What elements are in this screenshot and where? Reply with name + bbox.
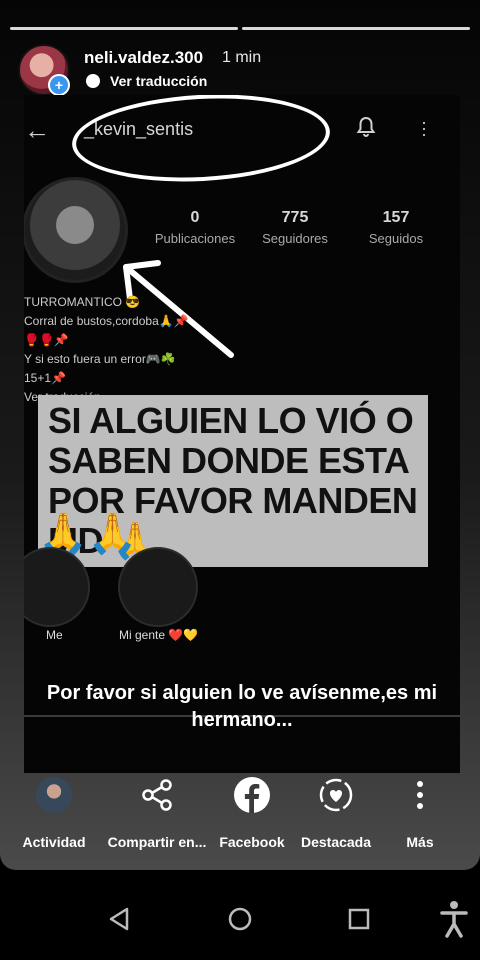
story-action-bar: Actividad Compartir en... Facebook Desta… bbox=[0, 770, 480, 860]
share-label: Compartir en... bbox=[107, 834, 207, 850]
progress-segment-2 bbox=[242, 27, 470, 30]
android-nav-bar bbox=[0, 880, 480, 960]
more-vertical-icon bbox=[417, 781, 423, 809]
story-caption: Por favor si alguien lo ve avísenme,es m… bbox=[46, 682, 438, 731]
bio-line: Corral de bustos,cordoba🙏📌 bbox=[24, 314, 189, 328]
facebook-icon bbox=[234, 777, 270, 813]
stat-following: 157 Seguidos bbox=[341, 209, 451, 246]
stat-following-label: Seguidos bbox=[368, 231, 424, 246]
home-nav-icon[interactable] bbox=[228, 906, 252, 932]
bio-line: 🥊🥊📌 bbox=[24, 333, 69, 347]
bio-line: Y si esto fuera un error🎮☘️ bbox=[24, 352, 176, 366]
activity-label: Actividad bbox=[22, 834, 86, 850]
share-icon bbox=[142, 779, 172, 811]
story-screenshot-content: ← _kevin_sentis · · · 0 Publicaciones 775 … bbox=[24, 95, 460, 773]
accessibility-icon[interactable] bbox=[440, 900, 468, 938]
bio-line: TURROMANTICO 😎 bbox=[24, 295, 141, 309]
stat-posts: 0 Publicaciones bbox=[140, 209, 250, 246]
highlight-mi-gente-label: Mi gente ❤️💛 bbox=[119, 628, 199, 642]
more-label: Más bbox=[406, 834, 434, 850]
stat-followers-value: 775 bbox=[281, 209, 309, 226]
kebab-icon: · · · bbox=[421, 112, 427, 144]
stat-followers: 775 Seguidores bbox=[240, 209, 350, 246]
back-arrow-icon: ← bbox=[24, 115, 50, 145]
highlight-me-label: Me bbox=[46, 628, 63, 642]
back-nav-icon[interactable] bbox=[108, 906, 130, 932]
stat-posts-value: 0 bbox=[190, 209, 200, 226]
story-header: + neli.valdez.300 1 min Ver traducción bbox=[18, 44, 462, 96]
share-button[interactable]: Compartir en... bbox=[107, 770, 207, 850]
translate-link[interactable]: Ver traducción bbox=[110, 73, 207, 89]
translate-icon bbox=[86, 74, 100, 88]
story-progress bbox=[10, 27, 470, 30]
bio-line: 15+1📌 bbox=[24, 371, 66, 385]
profile-bio: TURROMANTICO 😎 Corral de bustos,cordoba🙏… bbox=[24, 293, 189, 407]
profile-picture bbox=[24, 177, 128, 283]
progress-segment-1 bbox=[10, 27, 238, 30]
bell-icon bbox=[356, 116, 376, 137]
highlight-heart-icon bbox=[319, 778, 353, 812]
activity-avatar bbox=[36, 777, 72, 813]
recents-nav-icon[interactable] bbox=[348, 906, 370, 932]
story-viewer[interactable]: + neli.valdez.300 1 min Ver traducción ←… bbox=[0, 0, 480, 870]
stat-following-value: 157 bbox=[382, 209, 410, 226]
more-button[interactable]: Más bbox=[370, 770, 470, 850]
add-story-icon[interactable]: + bbox=[48, 74, 70, 96]
story-username[interactable]: neli.valdez.300 bbox=[84, 48, 203, 68]
activity-button[interactable]: Actividad bbox=[4, 770, 104, 850]
stat-followers-label: Seguidores bbox=[262, 231, 328, 246]
highlight-mi-gente bbox=[118, 547, 198, 627]
story-time: 1 min bbox=[222, 49, 262, 66]
stat-posts-label: Publicaciones bbox=[154, 231, 236, 246]
